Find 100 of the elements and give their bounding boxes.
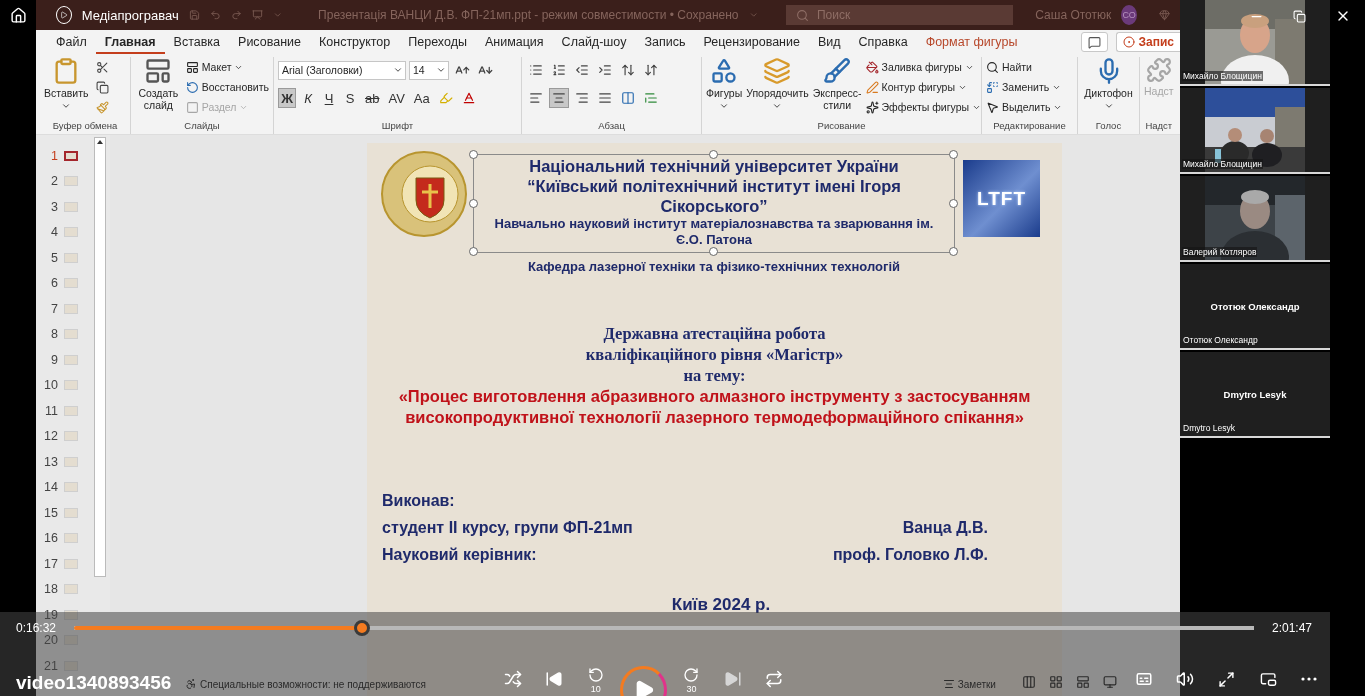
reset-button[interactable]: Восстановить <box>185 77 269 97</box>
select-button[interactable]: Выделить <box>986 97 1063 117</box>
paintbrush-icon <box>96 100 109 114</box>
participant-tile[interactable]: Михайло Блощицин <box>1180 88 1330 174</box>
volume-icon <box>1176 670 1195 688</box>
ribbon-tab[interactable]: Формат фигуры <box>916 30 1027 54</box>
resize-handle[interactable] <box>949 247 958 256</box>
resize-handle[interactable] <box>469 198 478 208</box>
alignment-button[interactable] <box>549 88 569 108</box>
text-style-button[interactable]: ab <box>362 88 383 108</box>
resize-handle[interactable] <box>469 150 478 159</box>
resize-handle[interactable] <box>709 150 718 159</box>
diamond-icon[interactable] <box>1159 8 1170 22</box>
thesis-topic: високопродуктивної технології лазерного термодеформаційного спікання» <box>405 407 1024 428</box>
author-heading: Виконав: <box>382 491 456 511</box>
slide-thumbnail[interactable] <box>64 150 78 161</box>
section-icon <box>185 100 199 114</box>
record-button[interactable]: Запис <box>1115 32 1180 52</box>
new-slide-button[interactable]: Создать слайд <box>135 57 182 112</box>
participant-tile[interactable]: Dmytro Lesyk Dmytro Lesyk <box>1180 352 1330 438</box>
mini-view-icon <box>1259 670 1277 688</box>
resize-handle[interactable] <box>949 198 958 208</box>
find-button[interactable]: Найти <box>986 57 1063 77</box>
department-logo: LTFT <box>963 160 1040 237</box>
slide-number: 2 <box>50 174 58 189</box>
brush-icon <box>823 57 852 85</box>
align-right-icon <box>575 91 589 105</box>
text-style-button[interactable]: К <box>299 88 317 108</box>
ribbon-tab[interactable]: Файл <box>47 30 96 54</box>
slide-number: 17 <box>43 556 58 571</box>
user-name: Саша Ототюк <box>1035 8 1112 22</box>
thesis-title: на тему: <box>683 365 746 386</box>
save-icon[interactable] <box>188 8 200 22</box>
highlighter-icon <box>438 91 453 105</box>
text-style-button[interactable]: Ж <box>278 88 296 108</box>
caret-icon <box>393 65 403 75</box>
notes-icon <box>942 678 955 690</box>
thesis-topic: «Процес виготовлення абразивного алмазного інструменту з застосуванням <box>398 386 1031 407</box>
grid-icon <box>1049 675 1064 689</box>
restore-icon[interactable] <box>1293 9 1306 23</box>
replace-button[interactable]: Заменить <box>986 77 1063 97</box>
forward-icon <box>683 667 700 683</box>
group-label: Рисование <box>816 120 867 133</box>
signature-name: Ванца Д.В. <box>902 518 988 538</box>
signature-role: студент ІІ курсу, групи ФП-21мп <box>382 518 633 538</box>
text-style-button[interactable]: Ч <box>320 88 338 108</box>
undo-icon[interactable] <box>209 8 221 22</box>
scroll-up-icon[interactable] <box>96 138 104 146</box>
paste-button[interactable]: Вставить <box>44 57 89 112</box>
slideshow-icon[interactable] <box>251 8 263 22</box>
notes-button[interactable]: Заметки <box>942 678 996 690</box>
participant-tile[interactable]: Ототюк Олександр Ототюк Олександр <box>1180 264 1330 350</box>
slide-number: 11 <box>44 403 58 418</box>
ribbon-tab[interactable]: Вставка <box>164 30 230 54</box>
quick-styles-button[interactable]: Экспресс-стили <box>812 57 862 112</box>
shapes-button[interactable]: Фигуры <box>706 57 743 112</box>
home-icon[interactable] <box>9 7 27 24</box>
font-family-field[interactable]: Arial (Заголовки) <box>278 60 406 80</box>
ribbon-tab[interactable]: Переходы <box>399 30 476 54</box>
ribbon-tab[interactable]: Вид <box>808 30 850 54</box>
text-style-button[interactable]: S <box>341 88 359 108</box>
layout-button[interactable]: Макет <box>185 57 269 77</box>
ribbon-tab[interactable]: Рецензирование <box>694 30 809 54</box>
participant-label: Михайло Блощицин <box>1182 71 1263 81</box>
ribbon-tab[interactable]: Справка <box>849 30 917 54</box>
justify-icon <box>598 91 612 105</box>
font-size-field[interactable]: 14 <box>409 60 449 80</box>
redo-icon[interactable] <box>230 8 242 22</box>
text-style-button[interactable]: AV <box>385 88 408 108</box>
puzzle-icon <box>1145 57 1172 83</box>
reading-view-icon <box>1076 675 1091 689</box>
shape-effects-button[interactable]: Эффекты фигуры <box>865 97 982 117</box>
expand-icon <box>1218 670 1236 688</box>
participant-label: Михайло Блощицин <box>1182 159 1263 169</box>
resize-handle[interactable] <box>469 247 478 256</box>
participant-name: Ототюк Олександр <box>1210 300 1300 312</box>
shape-fill-button[interactable]: Заливка фигуры <box>865 57 982 77</box>
text-direction-icon <box>644 63 658 77</box>
ribbon-tab[interactable]: Слайд-шоу <box>552 30 636 54</box>
scrollbar[interactable] <box>94 137 106 577</box>
ribbon-tab[interactable]: Анимация <box>475 30 553 54</box>
slide-number: 19 <box>43 607 58 622</box>
ribbon-tab[interactable]: Рисование <box>229 30 310 54</box>
text-style-button[interactable]: Aa <box>410 88 433 108</box>
participant-tile[interactable]: Валерий Котляров <box>1180 176 1330 262</box>
slide-number: 12 <box>43 429 58 444</box>
arrange-button[interactable]: Упорядочить <box>746 57 809 112</box>
resize-handle[interactable] <box>949 150 958 159</box>
dictate-button[interactable]: Диктофон <box>1084 57 1133 112</box>
ribbon-tab[interactable]: Запись <box>635 30 695 54</box>
paint-bucket-icon <box>865 60 879 74</box>
slide-number: 8 <box>50 327 58 342</box>
ribbon-tab[interactable]: Конструктор <box>310 30 400 54</box>
decrease-indent-icon <box>575 63 589 77</box>
participant-tile[interactable]: Михайло Блощицин <box>1180 0 1330 86</box>
resize-handle[interactable] <box>709 247 718 256</box>
reset-icon <box>185 80 199 94</box>
comments-button[interactable] <box>1080 32 1108 52</box>
shape-outline-button[interactable]: Контур фигуры <box>865 77 982 97</box>
line-spacing-icon <box>621 63 635 77</box>
